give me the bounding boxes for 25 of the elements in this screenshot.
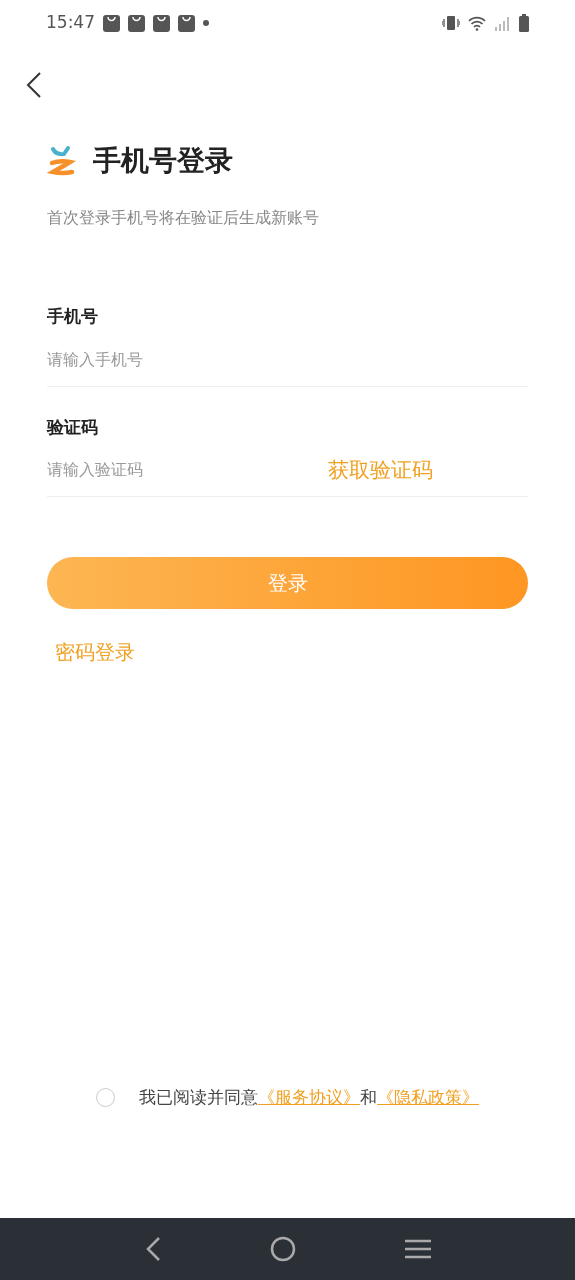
shopping-bag-icon	[178, 14, 195, 32]
signal-icon	[494, 15, 511, 31]
back-icon[interactable]	[144, 1237, 161, 1261]
shopping-bag-icon	[128, 14, 145, 32]
clock-time: 15:47	[46, 11, 95, 35]
battery-icon	[519, 14, 529, 32]
field-label: 验证码	[47, 415, 99, 439]
privacy-policy-link[interactable]: 《隐私政策》	[377, 1086, 479, 1107]
service-agreement-link[interactable]: 《服务协议》	[258, 1086, 360, 1107]
back-icon[interactable]	[26, 72, 42, 98]
logo-icon	[47, 145, 77, 177]
menu-icon[interactable]	[404, 1239, 431, 1259]
dot-icon	[203, 20, 209, 26]
vibrate-icon	[442, 16, 460, 30]
password-login-link[interactable]: 密码登录	[47, 637, 143, 667]
shopping-bag-icon	[103, 14, 120, 32]
field-label: 手机号	[47, 305, 99, 328]
shopping-bag-icon	[153, 14, 170, 32]
page-title: 手机号登录	[93, 143, 233, 179]
login-button[interactable]: 登录	[47, 557, 528, 609]
subtitle-text: 首次登录手机号将在验证后生成新账号	[47, 207, 320, 229]
home-icon[interactable]	[269, 1236, 296, 1262]
wifi-icon	[468, 15, 486, 31]
get-code-button[interactable]: 获取验证码	[328, 454, 451, 487]
agreement-text: 我已阅读并同意《服务协议》和《隐私政策》	[139, 1085, 479, 1109]
